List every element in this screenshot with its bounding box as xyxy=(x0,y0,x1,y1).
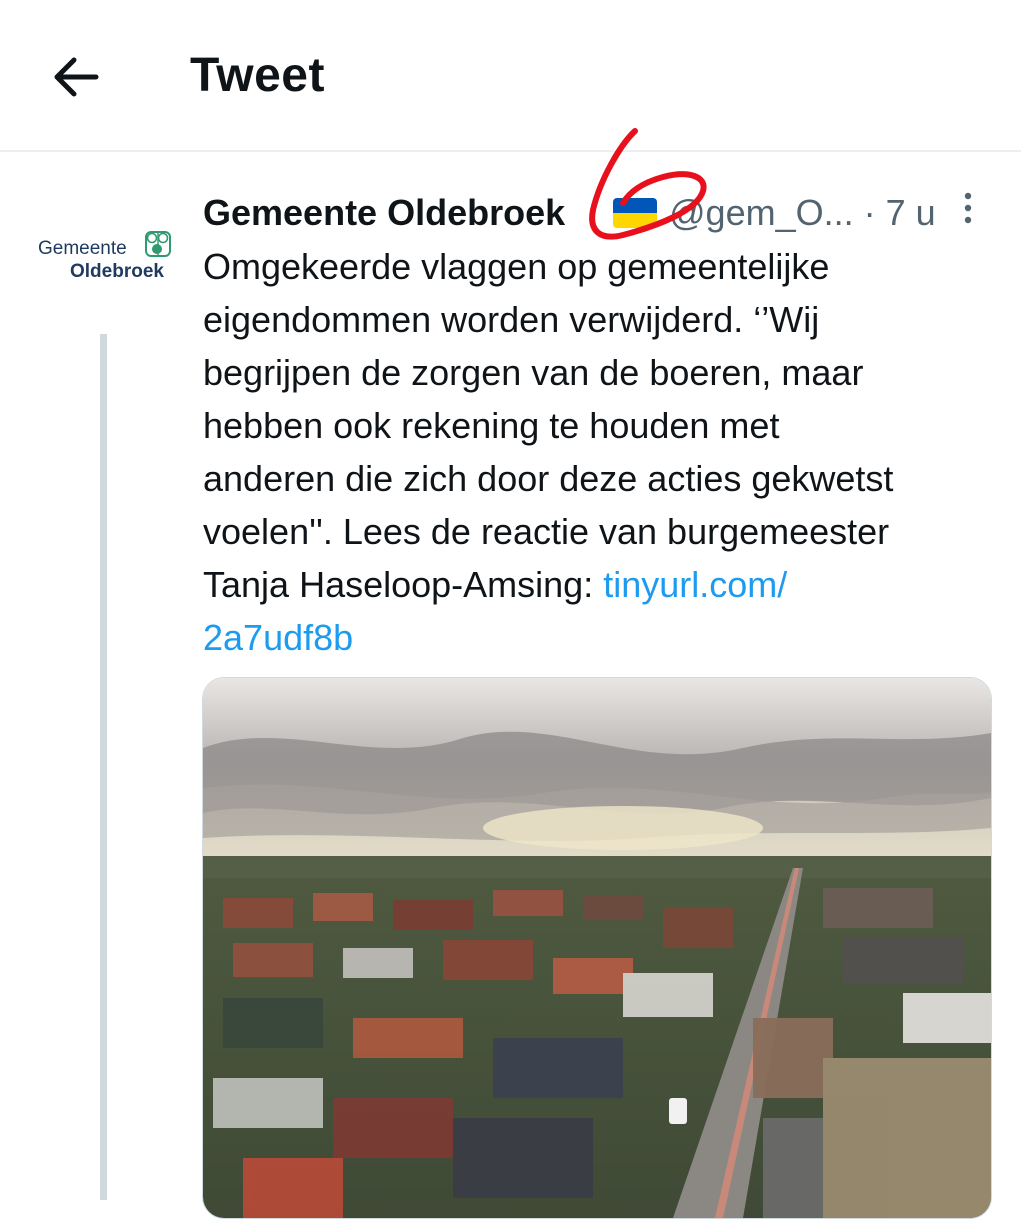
author-name[interactable]: Gemeente Oldebroek xyxy=(203,188,565,238)
page-title: Tweet xyxy=(190,49,325,102)
leaf-logo-icon xyxy=(145,231,171,257)
tweet-header: Gemeente Oldebroek @gem_O... · 7 u xyxy=(203,188,983,238)
arrow-left-icon xyxy=(54,57,99,97)
tweet-link[interactable]: tinyurl.com/ xyxy=(603,564,787,605)
tweet-media-photo[interactable] xyxy=(202,677,992,1219)
tweet-text-line: voelen''. Lees de reactie van burgemeest… xyxy=(203,511,890,552)
avatar[interactable]: Gemeente Oldebroek xyxy=(30,224,175,284)
tweet-text-prefix: Tanja Haseloop-Amsing: xyxy=(203,564,604,605)
ukraine-flag-icon xyxy=(613,198,657,228)
more-vertical-icon xyxy=(964,192,972,224)
tweet-text-line: 2a7udf8b xyxy=(203,611,993,664)
back-button[interactable] xyxy=(46,50,106,104)
handle-and-time[interactable]: @gem_O... · 7 u xyxy=(669,188,936,238)
avatar-logo-line2: Oldebroek xyxy=(70,261,164,282)
tweet-text-line: begrijpen de zorgen van de boeren, maar xyxy=(203,352,864,393)
more-options-button[interactable] xyxy=(958,190,978,230)
avatar-logo-line1: Gemeente xyxy=(38,238,127,259)
tweet-text-line: Tanja Haseloop-Amsing: tinyurl.com/ xyxy=(203,558,993,611)
top-bar: Tweet xyxy=(0,0,1021,152)
aerial-village-photo xyxy=(203,678,991,1218)
tweet-text-line: anderen die zich door deze acties gekwet… xyxy=(203,458,894,499)
thread-line xyxy=(100,334,107,1200)
tweet-text: Omgekeerde vlaggen op gemeentelijke eige… xyxy=(203,240,993,664)
tweet-text-line: hebben ook rekening te houden met xyxy=(203,405,780,446)
tweet-text-line: eigendommen worden verwijderd. ‘’Wij xyxy=(203,299,820,340)
tweet-link-continued[interactable]: 2a7udf8b xyxy=(203,617,353,658)
tweet-text-line: Omgekeerde vlaggen op gemeentelijke xyxy=(203,246,830,287)
